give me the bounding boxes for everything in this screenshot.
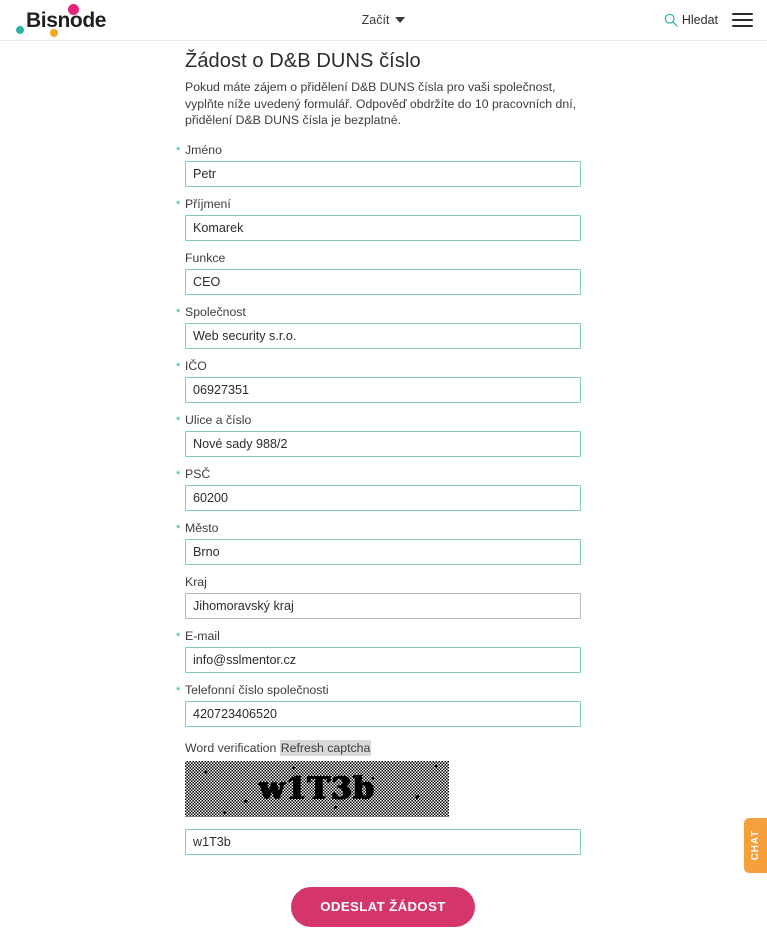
field-label-ico: * IČO bbox=[176, 358, 581, 374]
required-marker-icon: * bbox=[176, 198, 181, 211]
nav-start-dropdown[interactable]: Začít bbox=[362, 13, 406, 27]
required-marker-icon: * bbox=[176, 522, 181, 535]
chevron-down-icon bbox=[395, 17, 406, 23]
search-button[interactable]: Hledat bbox=[664, 13, 718, 27]
word-verification-row: Word verification Refresh captcha bbox=[185, 739, 581, 756]
form-field-ico: * IČO bbox=[176, 358, 581, 403]
field-label-mesto: * Město bbox=[176, 520, 581, 536]
chat-widget-tab[interactable]: CHAT bbox=[744, 818, 767, 873]
field-label-jmeno: * Jméno bbox=[176, 142, 581, 158]
field-label-email: * E-mail bbox=[176, 628, 581, 644]
form-field-kraj: Kraj bbox=[185, 575, 581, 619]
required-marker-icon: * bbox=[176, 630, 181, 643]
required-marker-icon: * bbox=[176, 684, 181, 697]
field-label-text: Ulice a číslo bbox=[185, 412, 252, 427]
field-label-text: IČO bbox=[185, 358, 207, 373]
hamburger-bar-2 bbox=[732, 19, 753, 21]
field-label-text: E-mail bbox=[185, 628, 220, 643]
field-label-text: Město bbox=[185, 520, 219, 535]
submit-request-button[interactable]: ODESLAT ŽÁDOST bbox=[291, 886, 475, 927]
form-field-mesto: * Město bbox=[176, 520, 581, 565]
required-marker-icon: * bbox=[176, 306, 181, 319]
form-field-psc: * PSČ bbox=[176, 466, 581, 511]
nav-start-label: Začít bbox=[361, 13, 390, 27]
logo-dot-teal-icon bbox=[16, 26, 24, 34]
field-label-psc: * PSČ bbox=[176, 466, 581, 482]
captcha-input[interactable] bbox=[185, 828, 581, 855]
field-input-prijmeni[interactable] bbox=[185, 214, 581, 241]
field-input-kraj[interactable] bbox=[185, 592, 581, 619]
hamburger-menu-icon[interactable] bbox=[732, 13, 753, 27]
captcha-image-text: w1T3b bbox=[259, 770, 375, 806]
field-label-text: PSČ bbox=[185, 466, 211, 481]
search-label: Hledat bbox=[681, 13, 718, 27]
page-title: Žádost o D&B DUNS číslo bbox=[185, 50, 421, 72]
hamburger-bar-3 bbox=[732, 25, 753, 27]
field-input-psc[interactable] bbox=[185, 484, 581, 511]
required-marker-icon: * bbox=[176, 468, 181, 481]
captcha-image: w1T3b bbox=[185, 760, 449, 817]
field-label-telefon: * Telefonní číslo společnosti bbox=[176, 682, 581, 698]
field-label-text: Příjmení bbox=[185, 196, 231, 211]
submit-row: ODESLAT ŽÁDOST bbox=[185, 886, 581, 927]
field-input-jmeno[interactable] bbox=[185, 160, 581, 187]
field-label-kraj: Kraj bbox=[185, 575, 581, 590]
field-input-spolecnost[interactable] bbox=[185, 322, 581, 349]
field-input-mesto[interactable] bbox=[185, 538, 581, 565]
field-label-text: Jméno bbox=[185, 142, 222, 157]
search-icon bbox=[664, 13, 678, 27]
chat-widget-label: CHAT bbox=[750, 830, 761, 861]
field-label-text: Funkce bbox=[185, 250, 226, 265]
required-marker-icon: * bbox=[176, 360, 181, 373]
form-field-spolecnost: * Společnost bbox=[176, 304, 581, 349]
field-input-email[interactable] bbox=[185, 646, 581, 673]
field-label-funkce: Funkce bbox=[185, 251, 581, 266]
field-label-ulice: * Ulice a číslo bbox=[176, 412, 581, 428]
field-label-prijmeni: * Příjmení bbox=[176, 196, 581, 212]
field-label-spolecnost: * Společnost bbox=[176, 304, 581, 320]
main-content: Žádost o D&B DUNS číslo Pokud máte zájem… bbox=[176, 41, 581, 927]
field-input-ulice[interactable] bbox=[185, 430, 581, 457]
field-input-telefon[interactable] bbox=[185, 700, 581, 727]
hamburger-bar-1 bbox=[732, 13, 753, 15]
field-label-text: Telefonní číslo společnosti bbox=[185, 682, 329, 697]
form-field-telefon: * Telefonní číslo společnosti bbox=[176, 682, 581, 727]
form-fields: * Jméno * Příjmení Funkce * Společnost * IČO * Uli… bbox=[176, 142, 581, 727]
header-actions: Hledat bbox=[664, 13, 753, 27]
duns-request-form: * Jméno * Příjmení Funkce * Společnost * IČO * Uli… bbox=[176, 142, 581, 927]
form-field-email: * E-mail bbox=[176, 628, 581, 673]
field-input-funkce[interactable] bbox=[185, 268, 581, 295]
field-input-ico[interactable] bbox=[185, 376, 581, 403]
field-label-text: Kraj bbox=[185, 574, 207, 589]
site-header: Bisnode Začít Hledat bbox=[0, 0, 767, 41]
word-verification-label: Word verification bbox=[185, 740, 277, 755]
required-marker-icon: * bbox=[176, 414, 181, 427]
bisnode-logo[interactable]: Bisnode bbox=[14, 4, 134, 38]
form-field-ulice: * Ulice a číslo bbox=[176, 412, 581, 457]
field-label-text: Společnost bbox=[185, 304, 246, 319]
form-field-prijmeni: * Příjmení bbox=[176, 196, 581, 241]
refresh-captcha-link[interactable]: Refresh captcha bbox=[279, 739, 372, 756]
page-intro-text: Pokud máte zájem o přidělení D&B DUNS čí… bbox=[185, 80, 577, 128]
required-marker-icon: * bbox=[176, 144, 181, 157]
form-field-jmeno: * Jméno bbox=[176, 142, 581, 187]
logo-text: Bisnode bbox=[26, 9, 107, 32]
form-field-funkce: Funkce bbox=[185, 251, 581, 295]
